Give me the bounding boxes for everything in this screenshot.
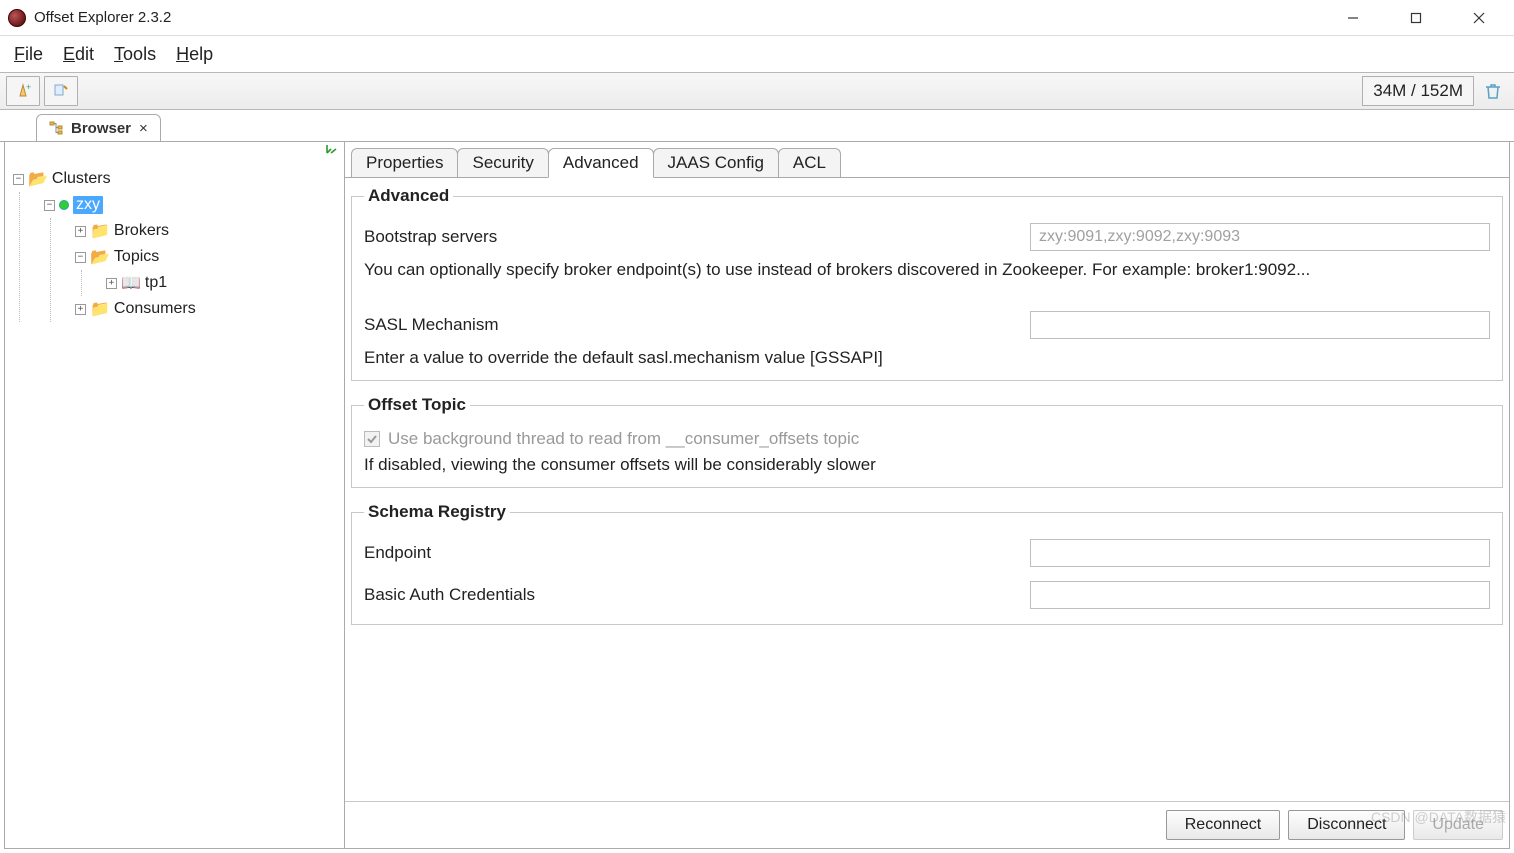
basic-auth-input[interactable] — [1030, 581, 1490, 609]
tree-node-topics[interactable]: − 📂 Topics — [75, 244, 344, 270]
tab-properties[interactable]: Properties — [351, 148, 458, 178]
offset-topic-group: Offset Topic Use background thread to re… — [351, 395, 1503, 488]
menu-edit[interactable]: Edit — [63, 44, 94, 65]
details-pane: Properties Security Advanced JAAS Config… — [345, 142, 1510, 849]
memory-status: 34M / 152M — [1362, 76, 1474, 106]
sasl-mechanism-label: SASL Mechanism — [364, 315, 498, 335]
tab-security[interactable]: Security — [457, 148, 548, 178]
expand-toggle[interactable]: + — [106, 278, 117, 289]
window-title: Offset Explorer 2.3.2 — [34, 9, 171, 26]
tab-advanced[interactable]: Advanced — [548, 148, 654, 178]
edit-button[interactable] — [44, 76, 78, 106]
collapse-icon[interactable] — [324, 143, 338, 160]
menubar: File Edit Tools Help — [0, 36, 1514, 72]
window-titlebar: Offset Explorer 2.3.2 — [0, 0, 1514, 36]
tab-browser[interactable]: Browser × — [36, 114, 161, 142]
window-maximize-button[interactable] — [1385, 4, 1447, 32]
collapse-toggle[interactable]: − — [13, 174, 24, 185]
advanced-legend: Advanced — [364, 186, 453, 206]
window-minimize-button[interactable] — [1322, 4, 1384, 32]
sasl-mechanism-help: Enter a value to override the default sa… — [364, 348, 1490, 368]
cluster-tree[interactable]: − 📂 Clusters − zxy — [5, 160, 344, 848]
basic-auth-label: Basic Auth Credentials — [364, 585, 535, 605]
advanced-group: Advanced Bootstrap servers You can optio… — [351, 186, 1503, 381]
bootstrap-servers-label: Bootstrap servers — [364, 227, 497, 247]
tree-label-selected: zxy — [73, 196, 103, 214]
document-tabs: Browser × — [0, 110, 1514, 142]
tree-node-clusters[interactable]: − 📂 Clusters — [13, 166, 344, 192]
tree-label: tp1 — [145, 274, 167, 292]
book-icon: 📖 — [121, 273, 141, 293]
tab-browser-label: Browser — [71, 120, 131, 137]
expand-toggle[interactable]: + — [75, 304, 86, 315]
collapse-toggle[interactable]: − — [75, 252, 86, 263]
folder-open-icon: 📂 — [28, 169, 48, 189]
schema-registry-legend: Schema Registry — [364, 502, 510, 522]
menu-tools[interactable]: Tools — [114, 44, 156, 65]
tree-label: Topics — [114, 248, 159, 266]
tree-node-brokers[interactable]: + 📁 Brokers — [75, 218, 344, 244]
background-thread-label: Use background thread to read from __con… — [388, 429, 859, 449]
detail-tabs: Properties Security Advanced JAAS Config… — [345, 144, 1509, 178]
action-buttons: Reconnect Disconnect Update — [345, 801, 1509, 848]
menu-help[interactable]: Help — [176, 44, 213, 65]
tab-close-icon[interactable]: × — [139, 120, 148, 137]
folder-open-icon: 📂 — [90, 247, 110, 267]
folder-icon: 📁 — [90, 221, 110, 241]
tree-node-consumers[interactable]: + 📁 Consumers — [75, 296, 344, 322]
menu-file[interactable]: File — [14, 44, 43, 65]
offset-topic-legend: Offset Topic — [364, 395, 470, 415]
endpoint-input[interactable] — [1030, 539, 1490, 567]
tree-node-topic[interactable]: + 📖 tp1 — [106, 270, 344, 296]
status-dot-icon — [59, 200, 69, 210]
offset-topic-help: If disabled, viewing the consumer offset… — [364, 455, 1490, 475]
update-button[interactable]: Update — [1413, 810, 1503, 840]
tab-acl[interactable]: ACL — [778, 148, 841, 178]
expand-toggle[interactable]: + — [75, 226, 86, 237]
toolbar: + 34M / 152M — [0, 72, 1514, 110]
tree-label: Brokers — [114, 222, 169, 240]
svg-text:+: + — [26, 82, 31, 92]
sasl-mechanism-input[interactable] — [1030, 311, 1490, 339]
tab-jaas-config[interactable]: JAAS Config — [653, 148, 779, 178]
app-icon — [8, 9, 26, 27]
tree-icon — [49, 121, 63, 135]
bootstrap-servers-help: You can optionally specify broker endpoi… — [364, 260, 1490, 280]
reconnect-button[interactable]: Reconnect — [1166, 810, 1281, 840]
bootstrap-servers-input[interactable] — [1030, 223, 1490, 251]
tree-label: Consumers — [114, 300, 196, 318]
collapse-toggle[interactable]: − — [44, 200, 55, 211]
add-cluster-button[interactable]: + — [6, 76, 40, 106]
background-thread-checkbox[interactable] — [364, 431, 380, 447]
folder-icon: 📁 — [90, 299, 110, 319]
schema-registry-group: Schema Registry Endpoint Basic Auth Cred… — [351, 502, 1503, 625]
disconnect-button[interactable]: Disconnect — [1288, 810, 1405, 840]
trash-button[interactable] — [1478, 82, 1508, 100]
browser-pane: − 📂 Clusters − zxy — [4, 142, 345, 849]
tree-node-cluster[interactable]: − zxy — [44, 192, 344, 218]
endpoint-label: Endpoint — [364, 543, 431, 563]
tree-label: Clusters — [52, 170, 111, 188]
window-close-button[interactable] — [1448, 4, 1510, 32]
